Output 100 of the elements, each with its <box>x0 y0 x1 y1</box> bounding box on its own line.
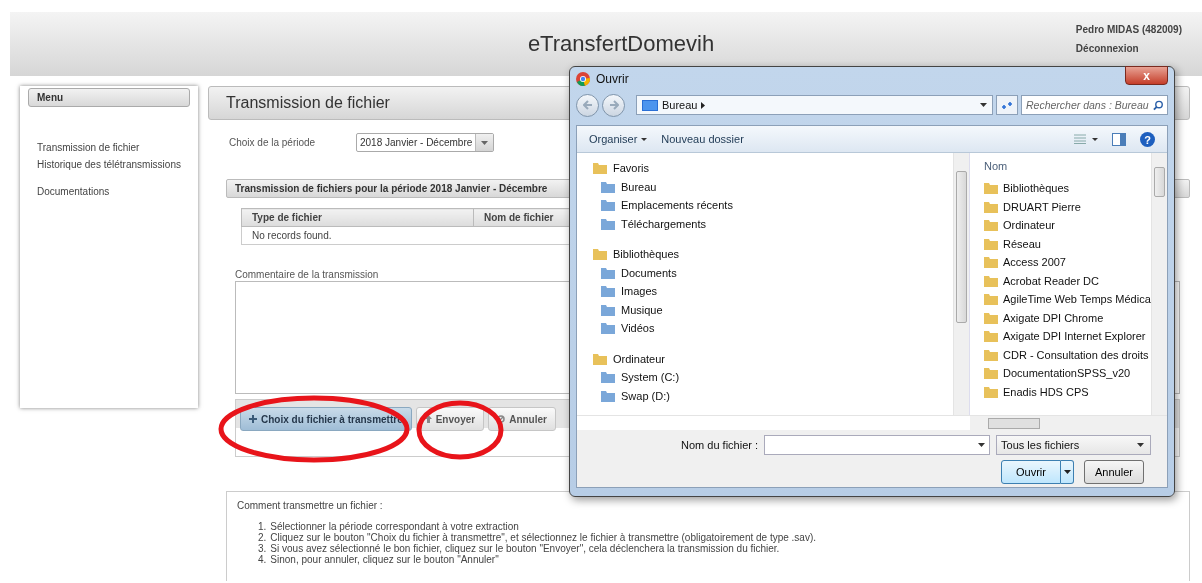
comment-label: Commentaire de la transmission <box>235 269 379 280</box>
folder-icon <box>984 348 998 361</box>
folder-icon <box>593 352 607 365</box>
folder-icon <box>984 274 998 287</box>
step-text: Sinon, pour annuler, cliquez sur le bouton "Annuler" <box>270 554 499 565</box>
cancel-button[interactable]: Annuler <box>1084 460 1144 484</box>
caret-icon <box>641 137 648 141</box>
app-title: eTransfertDomevih <box>527 31 715 57</box>
folder-icon <box>593 162 607 175</box>
refresh-icon <box>1001 100 1013 110</box>
menu-link[interactable]: Documentations <box>28 183 112 200</box>
caret-icon <box>1063 470 1071 474</box>
file-item[interactable]: AgileTime Web Temps Médica <box>984 290 1151 309</box>
help-icon[interactable]: ? <box>1140 131 1155 147</box>
close-button[interactable]: x <box>1125 66 1168 85</box>
nav-item[interactable]: Images <box>593 282 953 301</box>
view-options-icon[interactable] <box>1074 134 1098 144</box>
folder-icon <box>601 371 615 384</box>
preview-pane-icon[interactable] <box>1112 132 1126 146</box>
caret-icon <box>978 443 986 447</box>
folder-icon <box>601 303 615 316</box>
nav-item[interactable]: Emplacements récents <box>593 196 953 215</box>
step-text: Si vous avez sélectionné le bon fichier, cliquez sur le bouton "Envoyer", cela déclenchera la transmission du fichier. <box>270 543 780 554</box>
folder-icon <box>601 180 615 193</box>
file-item[interactable]: Acrobat Reader DC <box>984 271 1151 290</box>
filename-field[interactable] <box>764 435 991 455</box>
nav-item[interactable]: Ordinateur <box>593 349 953 368</box>
file-item[interactable]: Axigate DPI Chrome <box>984 308 1151 327</box>
action-button[interactable]: Annuler <box>488 407 556 431</box>
folder-icon <box>601 322 615 335</box>
column-header[interactable]: Nom <box>984 157 1151 175</box>
step-number: 2. <box>258 532 267 543</box>
folder-icon <box>601 389 615 402</box>
chevron-right-icon <box>701 101 706 109</box>
file-item[interactable]: Axigate DPI Internet Explorer <box>984 327 1151 346</box>
step-number: 1. <box>258 521 267 532</box>
menu-header: Menu <box>28 88 190 107</box>
nav-item[interactable]: Documents <box>593 263 953 282</box>
file-item[interactable]: Enadis HDS CPS <box>984 382 1151 401</box>
folder-icon <box>601 266 615 279</box>
refresh-button[interactable] <box>996 95 1018 115</box>
user-name: Pedro MIDAS (482009) <box>1075 24 1182 35</box>
browser-logo-icon <box>576 72 590 86</box>
arrow-right-icon <box>608 100 619 110</box>
organize-button[interactable]: Organiser <box>589 131 648 147</box>
scrollbar[interactable] <box>953 153 969 415</box>
caret-icon <box>1137 443 1145 447</box>
folder-icon <box>984 237 998 250</box>
search-field[interactable]: Rechercher dans : Bureau <box>1021 95 1168 115</box>
forward-button[interactable] <box>602 93 625 117</box>
file-item[interactable]: Bibliothèques <box>984 179 1151 198</box>
folder-icon <box>984 182 998 195</box>
folder-icon <box>984 330 998 343</box>
folder-icon <box>984 367 998 380</box>
file-type-select[interactable]: Tous les fichiers <box>996 435 1152 455</box>
desktop-icon <box>642 99 658 111</box>
nav-item[interactable]: Swap (D:) <box>593 386 953 405</box>
column-header[interactable]: Type de fichier <box>241 208 474 227</box>
folder-icon <box>984 311 998 324</box>
open-button[interactable]: Ouvrir <box>1001 460 1061 484</box>
plus-icon <box>249 415 257 423</box>
back-button[interactable] <box>576 93 599 117</box>
dialog-title: Ouvrir <box>596 72 629 86</box>
nav-item[interactable]: Bibliothèques <box>593 245 953 264</box>
search-icon <box>1152 99 1163 111</box>
folder-icon <box>984 256 998 269</box>
nav-item[interactable]: System (C:) <box>593 368 953 387</box>
address-bar[interactable]: Bureau <box>636 95 993 115</box>
file-item[interactable]: Access 2007 <box>984 253 1151 272</box>
arrow-up-icon <box>424 415 432 423</box>
nav-item[interactable]: Musique <box>593 300 953 319</box>
folder-icon <box>601 285 615 298</box>
caret-icon <box>980 103 987 107</box>
cancel-icon <box>497 415 506 423</box>
file-item[interactable]: CDR - Consultation des droits <box>984 345 1151 364</box>
arrow-left-icon <box>582 100 593 110</box>
folder-icon <box>984 200 998 213</box>
period-label: Choix de la période <box>229 137 317 148</box>
logout-link[interactable]: Déconnexion <box>1075 43 1182 54</box>
folder-icon <box>601 217 615 230</box>
step-number: 4. <box>258 554 267 565</box>
folder-icon <box>984 293 998 306</box>
nav-item[interactable]: Vidéos <box>593 319 953 338</box>
file-item[interactable]: DRUART Pierre <box>984 197 1151 216</box>
caret-icon <box>481 140 489 145</box>
step-text: Sélectionner la période correspondant à votre extraction <box>270 521 519 532</box>
scrollbar[interactable] <box>1151 153 1167 415</box>
new-folder-button[interactable]: Nouveau dossier <box>661 131 744 147</box>
step-number: 3. <box>258 543 267 554</box>
nav-item[interactable]: Favoris <box>593 159 953 178</box>
horizontal-scrollbar[interactable] <box>970 416 1167 430</box>
menu-link[interactable]: Transmission de fichier <box>28 139 142 156</box>
filename-label: Nom du fichier : <box>681 439 759 451</box>
menu-link[interactable]: Historique des télétransmissions <box>28 156 183 173</box>
period-select[interactable]: 2018 Janvier - Décembre <box>356 133 495 152</box>
folder-icon <box>593 248 607 261</box>
help-title: Comment transmettre un fichier : <box>237 500 384 511</box>
file-item[interactable]: DocumentationSPSS_v20 <box>984 364 1151 383</box>
nav-item[interactable]: Bureau <box>593 177 953 196</box>
open-options-button[interactable] <box>1061 460 1074 484</box>
